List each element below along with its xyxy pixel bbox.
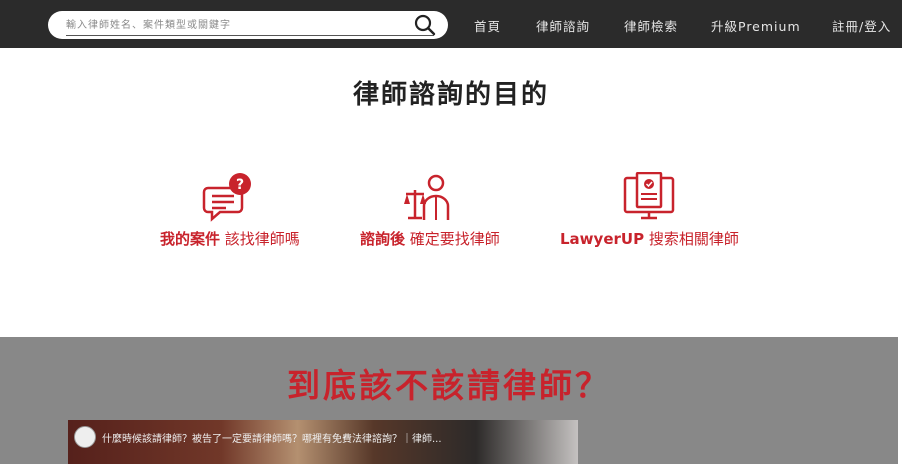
purpose-title: 律師諮詢的目的 (352, 80, 549, 110)
nav-consult[interactable]: 律師諮詢 (536, 16, 590, 35)
chat-question-icon: ? (202, 173, 251, 222)
video-embed[interactable]: 什麼時候該請律師？被告了一定要請律師嗎？哪裡有免費法律諮詢？｜律師... (68, 420, 578, 464)
search-underline (66, 35, 434, 36)
hire-section: 到底該不該請律師？ 什麼時候該請律師？被告了一定要請律師嗎？哪裡有免費法律諮詢？… (0, 337, 898, 464)
feature-case[interactable]: ? 我的案件 該找律師嗎 (160, 172, 300, 249)
nav-register-login[interactable]: 註冊/登入 (832, 16, 891, 35)
feature-lawyerup-label: LawyerUP 搜索相關律師 (560, 230, 739, 248)
lawyer-scales-icon (403, 174, 450, 220)
feature-after-consult[interactable]: 諮詢後 確定要找律師 (360, 172, 500, 249)
feature-after-consult-label: 諮詢後 確定要找律師 (360, 230, 500, 248)
top-navbar: 首頁 律師諮詢 律師檢索 升級Premium 註冊/登入 (0, 0, 902, 48)
nav-search-lawyer[interactable]: 律師檢索 (624, 16, 678, 35)
feature-case-label: 我的案件 該找律師嗎 (160, 230, 300, 248)
monitor-document-icon (624, 172, 675, 220)
hire-title: 到底該不該請律師？ (287, 366, 611, 405)
channel-avatar[interactable] (74, 426, 96, 448)
search-bar (48, 11, 448, 39)
search-icon[interactable] (412, 13, 438, 37)
svg-text:?: ? (236, 177, 244, 193)
nav-home[interactable]: 首頁 (474, 16, 501, 35)
feature-lawyerup[interactable]: LawyerUP 搜索相關律師 (560, 172, 739, 249)
nav-premium[interactable]: 升級Premium (711, 16, 801, 35)
video-title[interactable]: 什麼時候該請律師？被告了一定要請律師嗎？哪裡有免費法律諮詢？｜律師... (102, 430, 502, 445)
